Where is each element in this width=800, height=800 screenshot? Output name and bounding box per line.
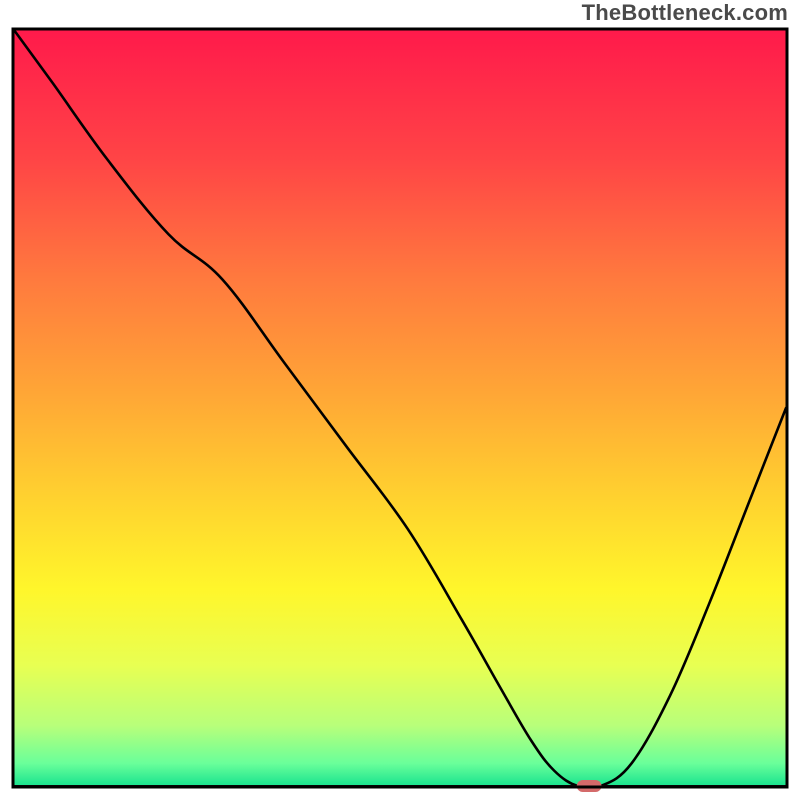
chart-svg: [0, 0, 800, 800]
gradient-background: [14, 30, 786, 786]
watermark-label: TheBottleneck.com: [582, 0, 788, 26]
chart-container: TheBottleneck.com: [0, 0, 800, 800]
